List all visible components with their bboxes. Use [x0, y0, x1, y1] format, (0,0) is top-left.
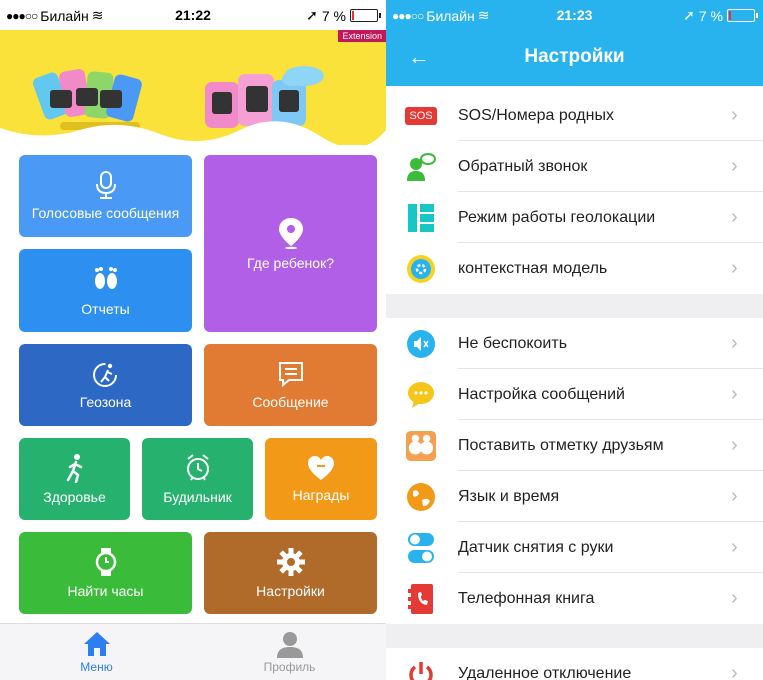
location-arrow-icon: ➚ [306, 7, 318, 23]
friends-icon [406, 430, 436, 461]
health-label: Здоровье [43, 489, 106, 505]
settings-row-context[interactable]: контекстная модель › [386, 243, 763, 294]
watch-group-left-icon [32, 69, 142, 130]
settings-row-label: контекстная модель [458, 259, 608, 277]
message-tile[interactable]: Сообщение [204, 344, 377, 426]
wrist-sensor-icon [406, 532, 436, 563]
heart-icon [307, 455, 335, 481]
nav-bar: ●●●○○ Билайн ≋ 21:23 ➚ 7 % ← Настройки [386, 0, 763, 86]
settings-tile[interactable]: Настройки [204, 532, 377, 614]
settings-row-phonebook[interactable]: Телефонная книга › [386, 573, 763, 624]
chevron-right-icon: › [731, 662, 738, 680]
rewards-tile[interactable]: Награды [265, 438, 377, 520]
voice-messages-label: Голосовые сообщения [31, 205, 180, 221]
battery-icon [350, 9, 381, 22]
user-icon [193, 630, 386, 660]
chevron-right-icon: › [731, 536, 738, 558]
settings-row-language-time[interactable]: Язык и время › [386, 471, 763, 522]
settings-row-do-not-disturb[interactable]: Не беспокоить › [386, 318, 763, 369]
geolocation-mode-icon [406, 203, 436, 233]
settings-row-label: Режим работы геолокации [458, 208, 656, 226]
reports-label: Отчеты [81, 300, 130, 317]
chevron-right-icon: › [731, 332, 738, 354]
rewards-label: Награды [292, 487, 350, 503]
settings-row-wrist-sensor[interactable]: Датчик снятия с руки › [386, 522, 763, 573]
home-screen: ●●●○○ Билайн ≋ 21:22 ➚ 7 % Extension Гол… [0, 0, 386, 680]
geofence-runner-icon [92, 360, 120, 388]
watch-icon [95, 547, 117, 577]
settings-row-geolocation[interactable]: Режим работы геолокации › [386, 192, 763, 243]
section-divider [386, 624, 763, 648]
chevron-right-icon: › [731, 155, 738, 177]
settings-row-label: Датчик снятия с руки [458, 538, 614, 556]
settings-row-label: Поставить отметку друзьям [458, 436, 664, 454]
sos-icon: SOS [405, 101, 437, 131]
tab-profile-label: Профиль [263, 660, 316, 674]
settings-row-message-settings[interactable]: Настройка сообщений › [386, 369, 763, 420]
settings-row-label: Удаленное отключение [458, 664, 632, 680]
status-bar: ●●●○○ Билайн ≋ 21:22 ➚ 7 % [0, 0, 386, 30]
chevron-right-icon: › [731, 104, 738, 126]
tab-menu[interactable]: Меню [0, 630, 193, 674]
chevron-right-icon: › [731, 434, 738, 456]
alarm-tile[interactable]: Будильник [142, 438, 253, 520]
watch-group-right-icon [205, 66, 324, 128]
where-is-child-tile[interactable]: Где ребенок? [204, 155, 377, 332]
message-label: Сообщение [252, 394, 329, 410]
settings-row-label: Не беспокоить [458, 334, 568, 352]
chevron-right-icon: › [731, 206, 738, 228]
tab-profile[interactable]: Профиль [193, 630, 386, 674]
location-arrow-icon: ➚ [683, 7, 695, 23]
settings-row-callback[interactable]: Обратный звонок › [386, 141, 763, 192]
settings-row-label: Настройка сообщений [458, 385, 625, 403]
settings-row-remote-shutdown[interactable]: Удаленное отключение › [386, 648, 763, 680]
settings-row-label: SOS/Номера родных [458, 106, 614, 124]
chevron-right-icon: › [731, 383, 738, 405]
settings-label: Настройки [256, 583, 325, 599]
chevron-right-icon: › [731, 257, 738, 279]
reports-tile[interactable]: Отчеты [19, 249, 192, 332]
message-bubble-icon [277, 360, 305, 388]
alarm-clock-icon [185, 453, 211, 483]
find-watch-tile[interactable]: Найти часы [19, 532, 192, 614]
battery-percent: 7 % [321, 7, 346, 24]
tab-menu-label: Меню [80, 660, 113, 674]
settings-screen: ●●●○○ Билайн ≋ 21:23 ➚ 7 % ← Настройки SOS … [386, 0, 763, 680]
phonebook-icon [406, 583, 436, 614]
settings-row-label: Язык и время [458, 487, 560, 505]
page-title: Настройки [524, 46, 625, 67]
message-settings-icon [406, 380, 436, 410]
language-time-icon [406, 482, 436, 512]
section-divider [386, 294, 763, 318]
battery-icon [727, 9, 758, 22]
health-tile[interactable]: Здоровье [19, 438, 130, 520]
gear-icon [276, 547, 306, 577]
callback-icon [406, 152, 436, 182]
geozone-tile[interactable]: Геозона [19, 344, 192, 426]
status-bar: ●●●○○ Билайн ≋ 21:23 ➚ 7 % [386, 0, 763, 30]
mute-icon [406, 329, 436, 359]
settings-row-sos[interactable]: SOS SOS/Номера родных › [386, 90, 763, 141]
footprints-icon [92, 265, 120, 295]
voice-messages-tile[interactable]: Голосовые сообщения [19, 155, 192, 237]
settings-row-label: Телефонная книга [458, 589, 595, 607]
settings-row-friends[interactable]: Поставить отметку друзьям › [386, 420, 763, 471]
smartwatch-illustration [0, 66, 386, 145]
power-icon [406, 659, 436, 680]
chevron-right-icon: › [731, 587, 738, 609]
promo-banner[interactable]: Extension [0, 30, 386, 145]
find-watch-label: Найти часы [67, 583, 144, 599]
context-model-icon [406, 254, 436, 284]
location-pin-icon [278, 217, 304, 249]
battery-percent: 7 % [698, 7, 723, 24]
where-is-child-label: Где ребенок? [247, 254, 334, 271]
settings-row-label: Обратный звонок [458, 157, 588, 175]
home-icon [0, 630, 193, 660]
bottom-tab-bar: Меню Профиль [0, 623, 386, 680]
microphone-icon [95, 171, 117, 199]
geozone-label: Геозона [79, 394, 132, 410]
alarm-label: Будильник [163, 489, 232, 505]
running-person-icon [64, 453, 86, 483]
chevron-right-icon: › [731, 485, 738, 507]
